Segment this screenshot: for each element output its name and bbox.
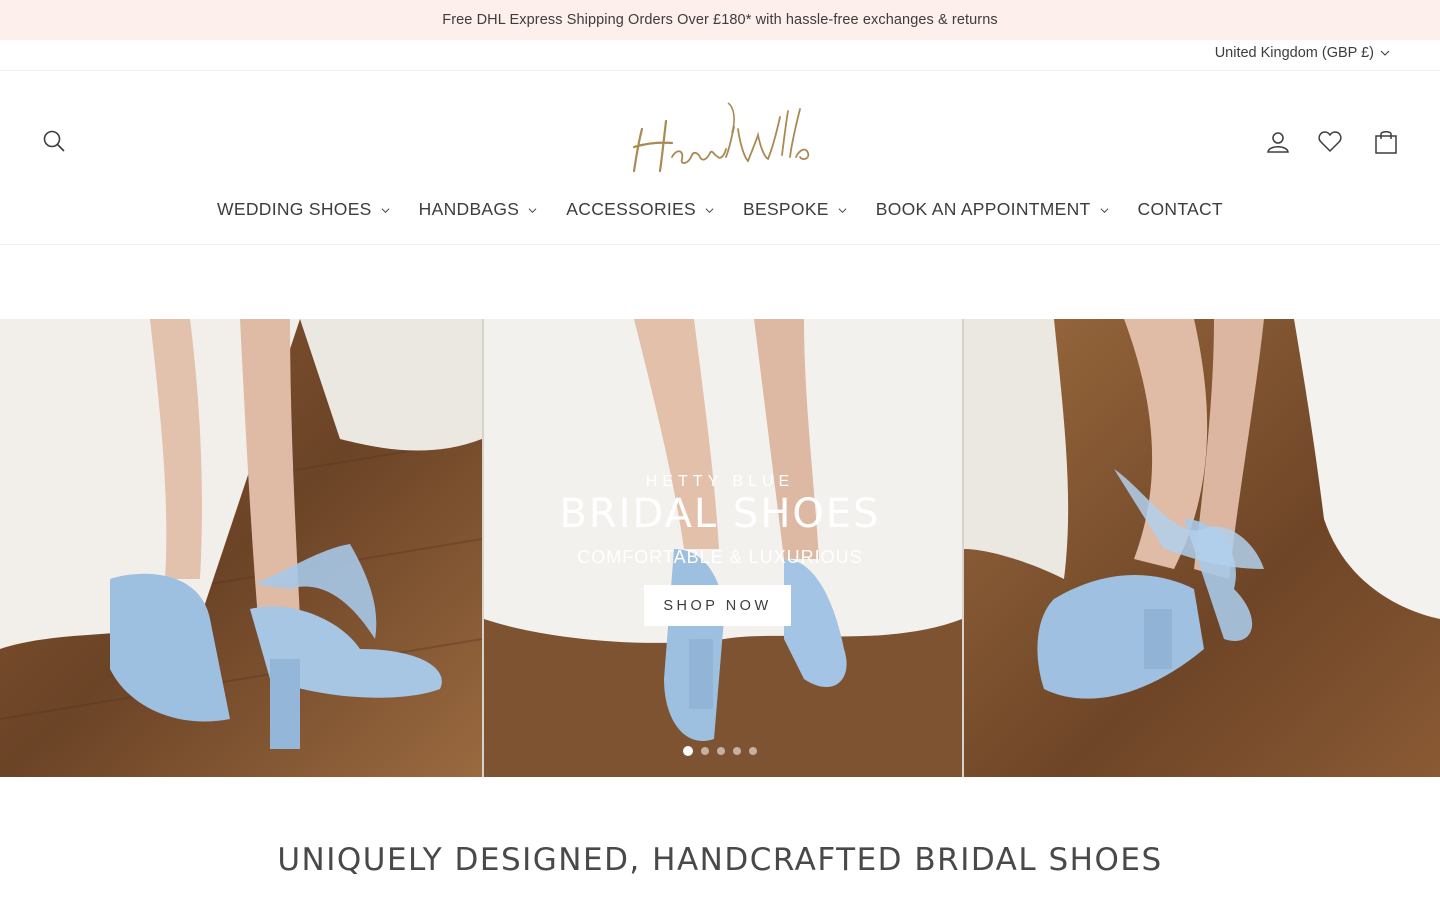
currency-selector[interactable]: United Kingdom (GBP £) [1215,45,1390,61]
announcement-text: Free DHL Express Shipping Orders Over £1… [442,12,998,28]
chevron-down-icon [528,207,537,213]
search-button[interactable] [42,129,66,153]
heart-icon [1318,131,1342,153]
chevron-down-icon [381,207,390,213]
site-logo[interactable] [620,99,820,181]
top-utility-bar: United Kingdom (GBP £) [0,40,1440,71]
main-nav: WEDDING SHOES HANDBAGS ACCESSORIES BESPO… [0,195,1440,223]
nav-item-handbags[interactable]: HANDBAGS [419,195,538,223]
nav-item-label: ACCESSORIES [566,198,697,219]
section-title: UNIQUELY DESIGNED, HANDCRAFTED BRIDAL SH… [277,842,1163,878]
chevron-down-icon [1100,207,1108,213]
nav-item-bespoke[interactable]: BESPOKE [743,195,847,223]
chevron-down-icon [705,207,714,213]
nav-item-accessories[interactable]: ACCESSORIES [566,195,714,223]
bag-icon [1375,131,1397,154]
cart-button[interactable] [1373,129,1399,155]
slide-dot-5[interactable] [749,747,757,755]
shop-now-button[interactable]: SHOP NOW [644,585,791,626]
account-icon [1267,132,1289,153]
nav-item-contact[interactable]: CONTACT [1138,195,1223,223]
hero-image-right [964,319,1440,777]
slide-indicators [683,746,757,756]
nav-item-wedding-shoes[interactable]: WEDDING SHOES [217,195,390,223]
hero-image-center [484,319,962,777]
wishlist-button[interactable] [1317,129,1343,155]
logo-mark [632,102,810,173]
nav-item-label: BOOK AN APPOINTMENT [875,198,1091,219]
search-icon [43,130,65,152]
hero-image-left [0,319,482,777]
nav-item-label: HANDBAGS [418,198,520,219]
nav-item-label: BESPOKE [743,198,829,219]
slide-dot-1[interactable] [683,746,693,756]
site-header: WEDDING SHOES HANDBAGS ACCESSORIES BESPO… [0,71,1440,245]
nav-item-label: CONTACT [1137,198,1223,219]
nav-item-label: WEDDING SHOES [217,198,372,219]
slide-dot-2[interactable] [701,747,709,755]
nav-item-book-appointment[interactable]: BOOK AN APPOINTMENT [876,195,1109,223]
slide-dot-3[interactable] [717,747,725,755]
currency-label: United Kingdom (GBP £) [1214,45,1374,61]
slide-dot-4[interactable] [733,747,741,755]
announcement-bar: Free DHL Express Shipping Orders Over £1… [0,0,1440,40]
chevron-down-icon [1380,50,1390,56]
chevron-down-icon [838,207,847,213]
hero-slideshow[interactable]: HETTY BLUE BRIDAL SHOES COMFORTABLE & LU… [0,319,1440,777]
account-button[interactable] [1265,129,1291,155]
